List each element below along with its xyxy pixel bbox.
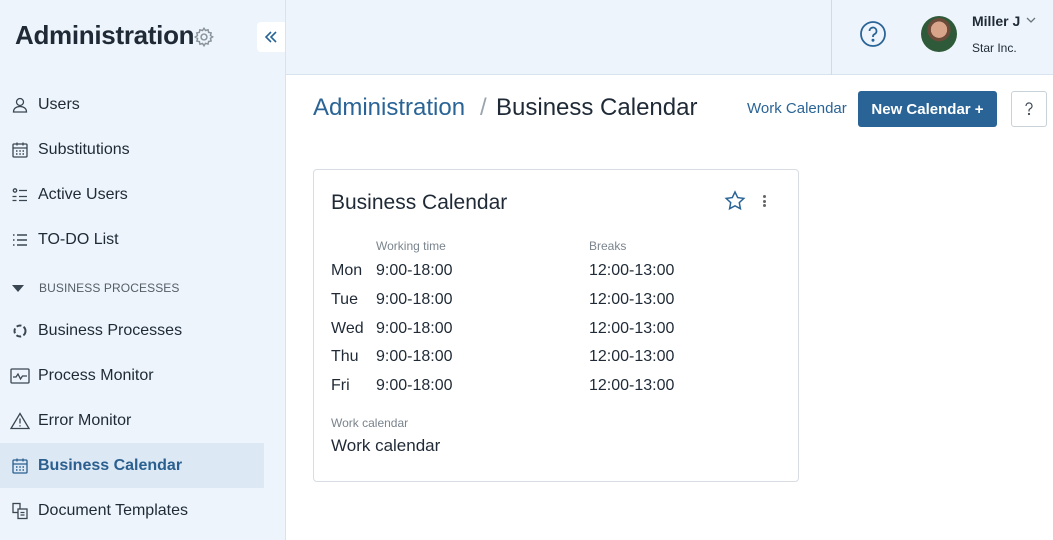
day: Thu [331, 348, 359, 365]
sidebar-item-error-monitor[interactable]: Error Monitor [0, 398, 264, 443]
process-cycle-icon [10, 321, 30, 341]
more-options-icon[interactable] [758, 192, 770, 210]
day: Fri [331, 377, 350, 394]
schedule-row: Fri 9:00-18:00 12:00-13:00 [331, 377, 781, 399]
sidebar-item-active-users[interactable]: Active Users [0, 172, 264, 217]
chevron-down-icon[interactable] [1025, 14, 1037, 26]
calendar-icon [10, 140, 30, 160]
breadcrumb-separator: / [480, 94, 487, 121]
day: Mon [331, 262, 363, 279]
caret-down-icon [12, 284, 24, 292]
document-template-icon [10, 501, 30, 521]
sidebar-item-todo-list[interactable]: TO-DO List [0, 217, 264, 262]
warning-triangle-icon [10, 411, 30, 431]
work-calendar-label: Work calendar [331, 416, 409, 430]
working-time: 9:00-18:00 [376, 291, 453, 308]
user-icon [10, 95, 30, 115]
user-company: Star Inc. [972, 41, 1017, 55]
day: Tue [331, 291, 358, 308]
working-time: 9:00-18:00 [376, 377, 453, 394]
sidebar-item-label: Error Monitor [38, 411, 132, 429]
column-breaks: Breaks [589, 239, 627, 253]
breaks: 12:00-13:00 [589, 377, 675, 394]
sidebar-item-label: Users [38, 95, 80, 113]
avatar[interactable] [921, 16, 957, 52]
page-title: Business Calendar [496, 94, 698, 121]
topbar-divider [831, 0, 832, 75]
working-time: 9:00-18:00 [376, 348, 453, 365]
breaks: 12:00-13:00 [589, 348, 675, 365]
page-help-button[interactable] [1011, 91, 1047, 127]
top-bar: Miller J Star Inc. [286, 0, 1053, 75]
sidebar-item-label: Business Calendar [38, 456, 183, 474]
breaks: 12:00-13:00 [589, 320, 675, 337]
sidebar-item-label: TO-DO List [38, 230, 119, 248]
breadcrumb-administration-link[interactable]: Administration [313, 94, 465, 122]
sidebar-title: Administration [15, 20, 195, 50]
section-business-processes[interactable]: BUSINESS PROCESSES [12, 281, 180, 295]
day: Wed [331, 320, 364, 337]
monitor-pulse-icon [10, 366, 30, 386]
new-calendar-button[interactable]: New Calendar + [858, 91, 997, 127]
schedule-row: Wed 9:00-18:00 12:00-13:00 [331, 320, 781, 342]
sidebar: Administration Users Substitutions Activ… [0, 0, 286, 540]
breaks: 12:00-13:00 [589, 262, 675, 279]
calendar-card[interactable]: Business Calendar Working time Breaks Mo… [313, 169, 799, 482]
help-icon[interactable] [859, 20, 887, 48]
sidebar-item-label: Substitutions [38, 140, 130, 158]
collapse-sidebar-button[interactable] [257, 22, 285, 52]
sidebar-item-label: Business Processes [38, 321, 183, 339]
working-time: 9:00-18:00 [376, 320, 453, 337]
working-time: 9:00-18:00 [376, 262, 453, 279]
calendar-icon [10, 456, 30, 476]
sidebar-item-label: Active Users [38, 185, 128, 203]
column-working-time: Working time [376, 239, 446, 253]
sidebar-item-process-monitor[interactable]: Process Monitor [0, 353, 264, 398]
gear-icon[interactable] [193, 26, 215, 48]
breaks: 12:00-13:00 [589, 291, 675, 308]
sidebar-item-users[interactable]: Users [0, 82, 264, 127]
schedule-row: Tue 9:00-18:00 12:00-13:00 [331, 291, 781, 313]
sidebar-item-business-calendar[interactable]: Business Calendar [0, 443, 264, 488]
sidebar-item-business-processes[interactable]: Business Processes [0, 308, 264, 353]
double-chevron-left-icon [264, 31, 277, 43]
sidebar-item-document-templates[interactable]: Document Templates [0, 488, 264, 533]
schedule-row: Thu 9:00-18:00 12:00-13:00 [331, 348, 781, 370]
user-name[interactable]: Miller J [972, 13, 1020, 29]
sidebar-item-label: Document Templates [38, 501, 188, 519]
sidebar-item-label: Process Monitor [38, 366, 154, 384]
star-icon[interactable] [724, 190, 746, 212]
work-calendar-value: Work calendar [331, 436, 441, 455]
users-list-icon [10, 185, 30, 205]
card-title: Business Calendar [331, 191, 508, 214]
work-calendar-link[interactable]: Work Calendar [747, 100, 847, 117]
list-icon [10, 230, 30, 250]
sidebar-item-substitutions[interactable]: Substitutions [0, 127, 264, 172]
section-label: BUSINESS PROCESSES [39, 281, 180, 295]
schedule-row: Mon 9:00-18:00 12:00-13:00 [331, 262, 781, 284]
question-mark-icon [1025, 102, 1033, 116]
